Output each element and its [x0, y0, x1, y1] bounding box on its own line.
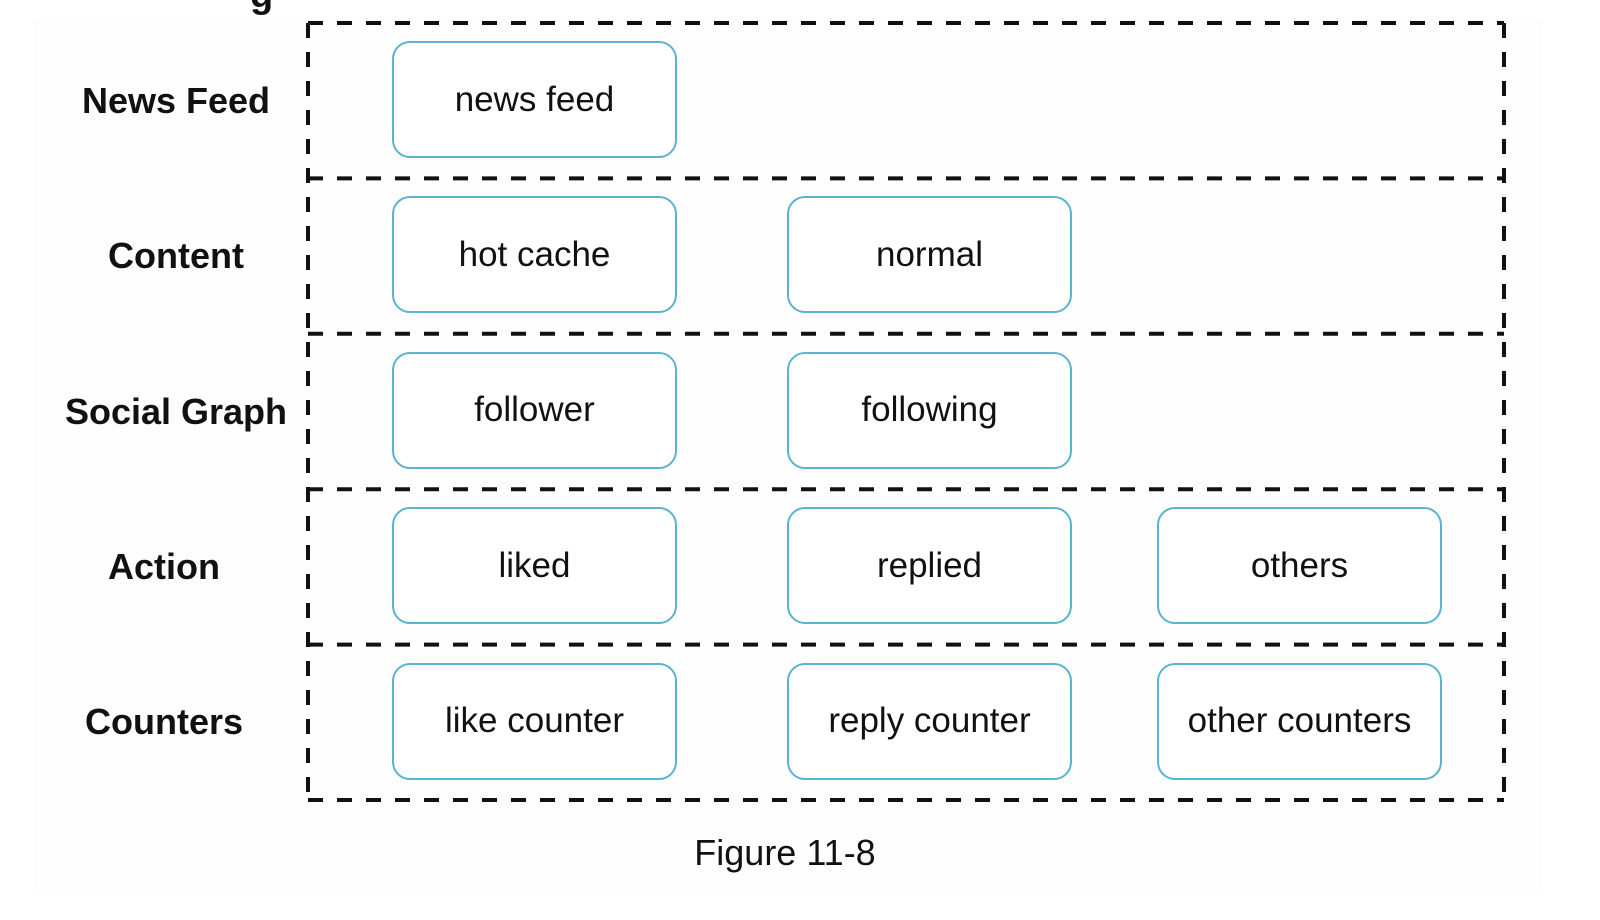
cache-node: replied — [787, 507, 1072, 625]
tier-label: Social Graph — [64, 390, 288, 432]
cache-node-label: like counter — [445, 701, 624, 741]
cache-node: news feed — [392, 41, 677, 158]
cache-node-label: reply counter — [828, 701, 1031, 741]
cache-node-label: other counters — [1187, 701, 1412, 741]
cache-node: hot cache — [392, 196, 677, 314]
tier-label: News Feed — [81, 79, 271, 121]
cache-node: following — [787, 351, 1072, 469]
cache-node: follower — [392, 351, 677, 469]
tier-label: Counters — [84, 701, 244, 743]
cache-node: other counters — [1157, 662, 1442, 780]
cache-node-label: replied — [876, 545, 983, 585]
cache-node-label: others — [1250, 545, 1349, 585]
cache-node-label: hot cache — [458, 234, 611, 274]
cache-node-label: news feed — [454, 79, 615, 119]
cache-node-label: follower — [474, 390, 595, 430]
cache-node-label: normal — [876, 234, 983, 274]
cache-node: like counter — [392, 662, 677, 780]
cache-node-label: following — [861, 390, 998, 430]
tier-label: Content — [108, 235, 244, 277]
cache-node: liked — [392, 507, 677, 625]
cache-node: others — [1157, 507, 1442, 625]
cache-node-label: liked — [498, 545, 571, 585]
figure-caption: Figure 11-8 — [694, 832, 876, 873]
clipped-title-fragment: g — [250, 0, 273, 17]
tier-label: Action — [108, 545, 220, 587]
cache-node: normal — [787, 196, 1072, 314]
cache-node: reply counter — [787, 662, 1072, 780]
